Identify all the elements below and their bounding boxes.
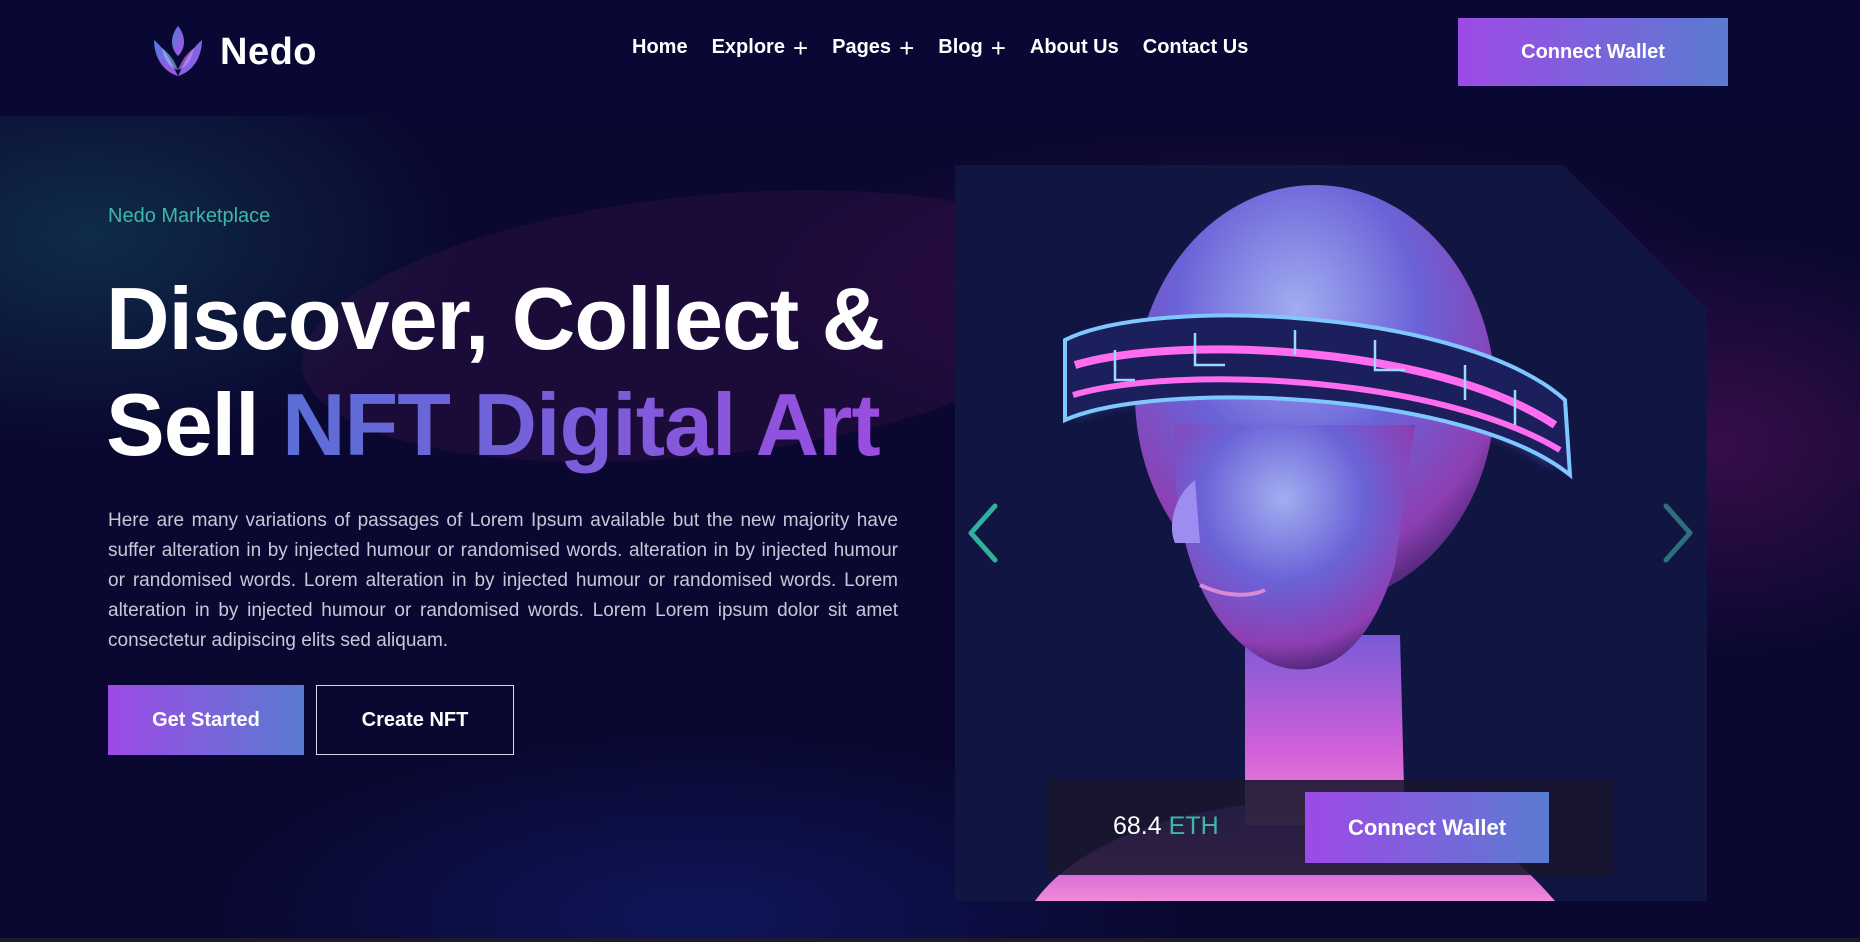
logo-text: Nedo	[220, 30, 317, 73]
logo-icon	[154, 26, 202, 76]
main-nav: Home Explore + Pages + Blog + About Us C…	[632, 32, 1249, 63]
price-display: 68.4 ETH	[1113, 812, 1219, 841]
site-header: Nedo Home Explore + Pages + Blog + About…	[0, 0, 1860, 116]
headline-line-2-plain: Sell	[106, 375, 260, 474]
nav-item-pages[interactable]: Pages +	[832, 32, 915, 63]
price-bar: 68.4 ETH Connect Wallet	[1047, 780, 1614, 875]
nav-label: About Us	[1029, 36, 1119, 58]
slider-connect-wallet-button[interactable]: Connect Wallet	[1305, 792, 1549, 863]
plus-icon: +	[899, 32, 915, 63]
logo[interactable]: Nedo	[148, 22, 317, 82]
price-value: 68.4	[1113, 812, 1162, 840]
chevron-right-icon[interactable]	[1658, 500, 1698, 566]
nav-item-explore[interactable]: Explore +	[711, 32, 809, 63]
plus-icon: +	[990, 32, 1006, 63]
nav-item-about-us[interactable]: About Us	[1030, 36, 1119, 59]
nav-label: Explore	[711, 36, 785, 58]
nav-item-home[interactable]: Home	[632, 36, 688, 59]
headline-line-1: Discover, Collect &	[106, 269, 885, 368]
nav-label: Home	[632, 36, 688, 58]
nav-label: Blog	[938, 36, 983, 58]
nav-label: Pages	[832, 36, 892, 58]
chevron-left-icon[interactable]	[963, 500, 1003, 566]
connect-wallet-button[interactable]: Connect Wallet	[1458, 18, 1728, 86]
headline-accent: NFT Digital Art	[282, 375, 881, 474]
nav-label: Contact Us	[1142, 36, 1249, 58]
create-nft-button[interactable]: Create NFT	[316, 685, 514, 755]
get-started-button[interactable]: Get Started	[108, 685, 304, 755]
price-unit: ETH	[1168, 812, 1219, 840]
hero-headline: Discover, Collect & Sell NFT Digital Art	[106, 266, 885, 478]
hero-subtitle: Nedo Marketplace	[108, 205, 271, 227]
nav-item-contact-us[interactable]: Contact Us	[1143, 36, 1249, 59]
nav-item-blog[interactable]: Blog +	[938, 32, 1006, 63]
hero-description: Here are many variations of passages of …	[108, 510, 898, 651]
bottom-divider	[0, 938, 1860, 942]
plus-icon: +	[792, 32, 809, 63]
